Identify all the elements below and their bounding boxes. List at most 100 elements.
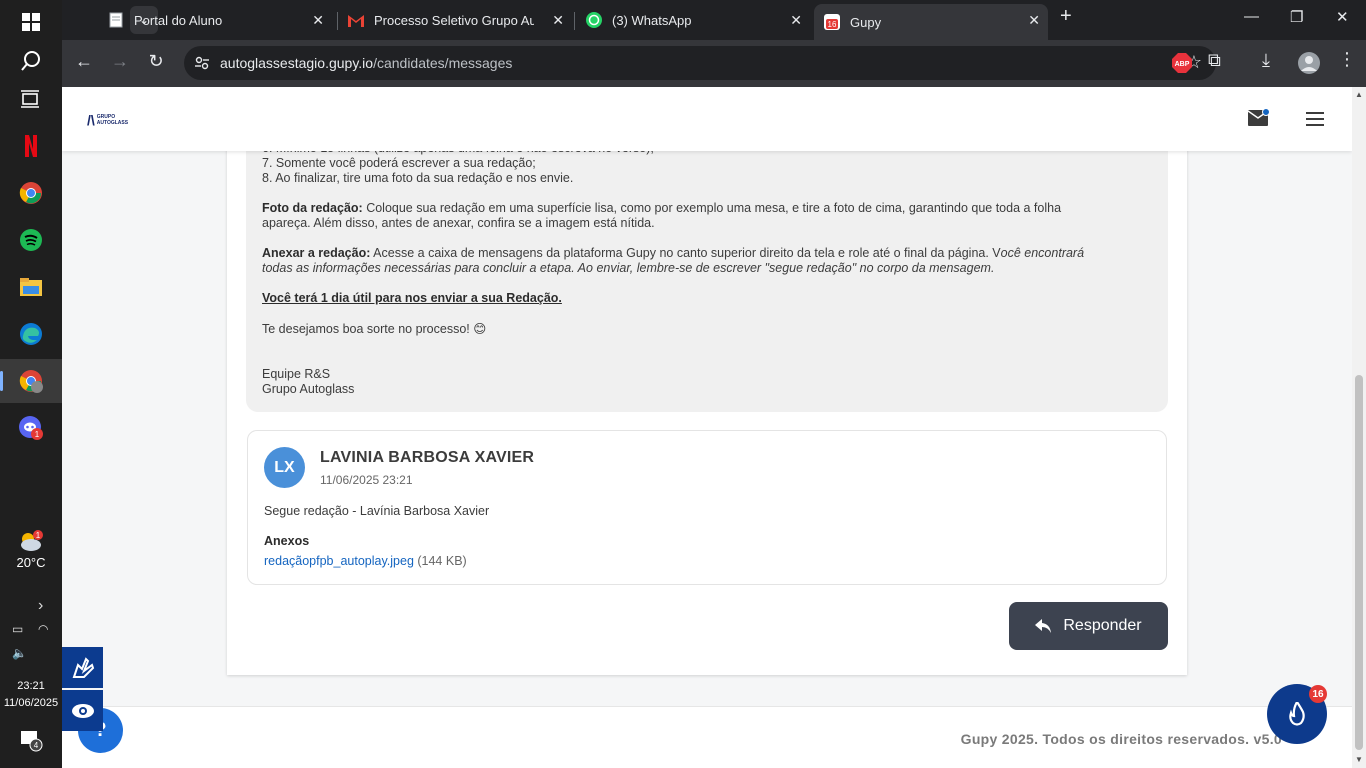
whatsapp-icon <box>586 12 602 28</box>
attachment-row: redaçãopfpb_autoplay.jpeg (144 KB) <box>264 554 467 568</box>
weather-widget[interactable]: 1 20°C <box>0 530 62 570</box>
forward-icon[interactable]: → <box>107 51 133 72</box>
weather-temp: 20°C <box>16 555 46 570</box>
messages-card: 6. Mínimo 15 linhas (utilize apenas uma … <box>227 87 1187 675</box>
minimize-icon[interactable]: — <box>1244 8 1259 25</box>
wifi-icon[interactable]: ◠ <box>38 622 48 636</box>
logo-mark: /\ <box>87 112 95 128</box>
avatar: LX <box>264 447 305 488</box>
app-header: /\ GRUPO AUTOGLASS <box>62 87 1352 151</box>
close-icon[interactable]: ✕ <box>312 12 324 29</box>
chevron-right-icon[interactable]: › <box>38 597 43 615</box>
windows-start-icon[interactable] <box>0 0 62 44</box>
anexar-text-1-italic: ocê encontrará <box>1000 246 1085 260</box>
attachment-link[interactable]: redaçãopfpb_autoplay.jpeg <box>264 554 414 568</box>
tab-gupy[interactable]: 16 Gupy ✕ <box>814 4 1048 40</box>
tab-whatsapp[interactable]: (3) WhatsApp ✕ <box>576 4 810 36</box>
restore-icon[interactable]: ❐ <box>1290 8 1303 26</box>
reload-icon[interactable]: ↻ <box>143 51 169 72</box>
adblock-plus-icon[interactable]: ABP <box>1172 53 1192 78</box>
tab-portal-do-aluno[interactable]: Portal do Aluno ✕ <box>98 4 332 36</box>
good-luck-text: Te desejamos boa sorte no processo! <box>262 322 470 336</box>
anexar-text-2: todas as informações necessárias para co… <box>262 261 995 275</box>
url-text: autoglassestagio.gupy.io/candidates/mess… <box>220 55 512 71</box>
message-body: Segue redação - Lavínia Barbosa Xavier <box>264 504 490 518</box>
tab-processo-seletivo[interactable]: Processo Seletivo Grupo Autogl ✕ <box>338 4 572 36</box>
reply-arrow-icon <box>1035 619 1052 633</box>
page-footer: Gupy 2025. Todos os direitos reservados.… <box>62 706 1352 768</box>
grupo-autoglass-logo[interactable]: /\ GRUPO AUTOGLASS <box>87 112 128 128</box>
good-luck-line: Te desejamos boa sorte no processo! 😊 <box>262 322 486 337</box>
footer-text: Gupy 2025. Todos os direitos reservados.… <box>960 731 1282 747</box>
message-line-8: 8. Ao finalizar, tire uma foto da sua re… <box>262 171 574 185</box>
task-view-icon[interactable] <box>0 77 62 121</box>
back-icon[interactable]: ← <box>71 51 97 72</box>
scroll-up-icon[interactable]: ▲ <box>1355 90 1363 99</box>
attachment-size: (144 KB) <box>413 554 467 568</box>
fire-icon <box>1289 702 1305 726</box>
tab-title: (3) WhatsApp <box>612 12 692 28</box>
tab-title: Gupy <box>850 14 882 30</box>
clock[interactable]: 23:21 11/06/2025 <box>0 678 62 712</box>
scrollbar-thumb[interactable] <box>1355 375 1363 750</box>
volume-icon[interactable]: 🔈 <box>12 646 27 660</box>
battery-icon[interactable]: ▭ <box>12 622 23 636</box>
chrome-icon[interactable] <box>0 171 62 215</box>
message-anexar-paragraph: Anexar a redação: Acesse a caixa de mens… <box>262 246 1084 261</box>
new-tab-icon[interactable]: + <box>1060 5 1072 28</box>
profile-avatar[interactable] <box>1297 51 1321 80</box>
spotify-icon[interactable] <box>0 218 62 262</box>
browser-tabstrip: ⌄ Portal do Aluno ✕ Processo Seletivo Gr… <box>62 0 1366 40</box>
edge-icon[interactable] <box>0 312 62 356</box>
windows-taskbar: 1 1 20°C › ▭ ◠ 🔈 23:21 11/06/2025 4 <box>0 0 62 768</box>
mail-unread-dot <box>1262 108 1270 116</box>
foto-label: Foto da redação: <box>262 201 363 215</box>
anexar-label: Anexar a redação: <box>262 246 371 260</box>
anexar-text-1: Acesse a caixa de mensagens da plataform… <box>370 246 1001 260</box>
svg-text:1: 1 <box>35 430 40 439</box>
sign-language-icon[interactable] <box>62 647 103 688</box>
sender-name: LAVINIA BARBOSA XAVIER <box>320 449 535 466</box>
visual-accessibility-icon[interactable] <box>62 690 103 731</box>
close-icon[interactable]: ✕ <box>790 12 802 29</box>
close-icon[interactable]: ✕ <box>1028 12 1040 29</box>
respond-button-label: Responder <box>1063 617 1142 634</box>
discord-icon[interactable]: 1 <box>0 406 62 450</box>
file-explorer-icon[interactable] <box>0 265 62 309</box>
tab-title: Processo Seletivo Grupo Autogl <box>374 12 534 28</box>
site-info-icon[interactable] <box>194 55 210 71</box>
chrome-profile-icon[interactable] <box>0 359 62 403</box>
message-foto-paragraph: Foto da redação: Coloque sua redação em … <box>262 201 1061 216</box>
message-date: 11/06/2025 23:21 <box>320 473 413 487</box>
deadline-text: Você terá 1 dia útil para nos enviar a s… <box>262 291 562 305</box>
svg-text:ABP: ABP <box>1175 61 1190 68</box>
notification-icon[interactable]: 4 <box>0 718 62 762</box>
scroll-down-icon[interactable]: ▼ <box>1355 755 1363 764</box>
signature-team: Equipe R&S <box>262 367 331 381</box>
address-bar[interactable]: autoglassestagio.gupy.io/candidates/mess… <box>184 46 1216 80</box>
netflix-icon[interactable] <box>0 124 62 168</box>
foto-text-1: Coloque sua redação em uma superfície li… <box>362 201 1062 215</box>
chrome-menu-icon[interactable]: ⋮ <box>1338 49 1356 70</box>
logo-text: GRUPO AUTOGLASS <box>97 114 128 126</box>
clock-time: 23:21 <box>17 680 45 692</box>
extensions-icon[interactable]: ⧉ <box>1208 50 1221 71</box>
download-icon[interactable]: ⤓ <box>1262 50 1270 71</box>
clock-date: 11/06/2025 <box>3 697 59 709</box>
url-host: autoglassestagio.gupy.io <box>220 55 374 71</box>
foto-text-2: apareça. Além disso, antes de anexar, co… <box>262 216 655 230</box>
sent-message-card: LX LAVINIA BARBOSA XAVIER 11/06/2025 23:… <box>247 430 1167 585</box>
respond-button[interactable]: Responder <box>1009 602 1168 650</box>
attachments-title: Anexos <box>264 534 310 548</box>
logo-name: AUTOGLASS <box>96 120 129 126</box>
url-path: /candidates/messages <box>373 55 513 71</box>
smile-emoji-icon: 😊 <box>473 322 487 336</box>
close-icon[interactable]: ✕ <box>552 12 564 29</box>
message-line-7: 7. Somente você poderá escrever a sua re… <box>262 156 536 170</box>
window-close-icon[interactable]: ✕ <box>1336 8 1349 26</box>
hamburger-menu-icon[interactable] <box>1306 112 1324 126</box>
document-icon <box>109 12 123 28</box>
browser-toolbar: ← → ↻ autoglassestagio.gupy.io/candidate… <box>62 40 1366 87</box>
page-viewport: /\ GRUPOAUTOGLASS 6. Mínimo 15 linhas (u… <box>62 87 1352 768</box>
page-scrollbar[interactable]: ▲ ▼ <box>1352 87 1366 768</box>
